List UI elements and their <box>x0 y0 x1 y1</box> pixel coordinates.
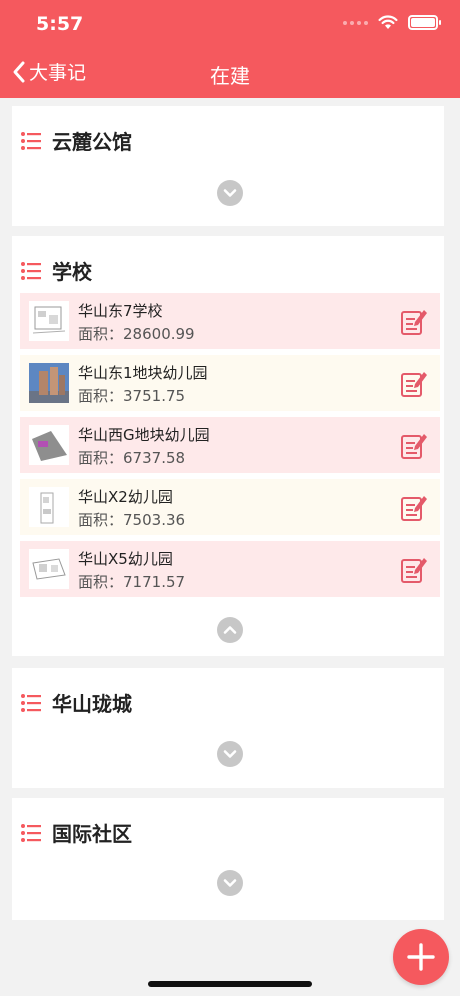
chevron-down-icon <box>223 879 237 887</box>
group-header[interactable]: 云麓公馆 <box>20 126 132 155</box>
top-bar: 5:57 大事记 在建 <box>0 0 460 98</box>
list-item[interactable]: 华山X2幼儿园 面积：7503.36 <box>20 479 440 535</box>
group-title: 学校 <box>52 260 92 284</box>
item-area: 面积：3751.75 <box>78 385 185 406</box>
status-indicators <box>343 15 441 30</box>
area-label: 面积： <box>78 511 124 529</box>
group-header[interactable]: 国际社区 <box>20 818 132 847</box>
area-value: 7503.36 <box>123 511 186 529</box>
item-name: 华山东1地块幼儿园 <box>78 364 208 382</box>
group-card: 国际社区 <box>12 798 444 920</box>
group-list[interactable]: 云麓公馆 学校 华山东7学校 面积：28600.99 华山东1地块幼儿园 面积：… <box>0 98 460 920</box>
group-header[interactable]: 华山珑城 <box>20 688 132 717</box>
list-icon <box>21 131 41 150</box>
list-item[interactable]: 华山东1地块幼儿园 面积：3751.75 <box>20 355 440 411</box>
edit-icon[interactable] <box>400 369 428 399</box>
item-name: 华山X5幼儿园 <box>78 550 173 568</box>
edit-icon[interactable] <box>400 307 428 337</box>
building-photo-thumbnail <box>29 363 69 403</box>
page-title: 在建 <box>210 64 250 88</box>
list-icon <box>21 823 41 842</box>
area-label: 面积： <box>78 387 124 405</box>
group-header[interactable]: 学校 <box>20 256 92 285</box>
signal-icon <box>343 20 368 25</box>
collapse-button[interactable] <box>217 617 243 643</box>
area-value: 28600.99 <box>123 325 195 343</box>
expand-button[interactable] <box>217 180 243 206</box>
wifi-icon <box>378 15 398 29</box>
list-item[interactable]: 华山东7学校 面积：28600.99 <box>20 293 440 349</box>
group-card: 云麓公馆 <box>12 106 444 226</box>
edit-icon[interactable] <box>400 555 428 585</box>
group-title: 国际社区 <box>52 822 132 846</box>
list-item[interactable]: 华山X5幼儿园 面积：7171.57 <box>20 541 440 597</box>
add-button[interactable] <box>393 929 449 985</box>
area-label: 面积： <box>78 325 124 343</box>
expand-button[interactable] <box>217 741 243 767</box>
area-value: 6737.58 <box>123 449 186 467</box>
site-plan-thumbnail <box>29 487 69 527</box>
site-plan-thumbnail <box>29 301 69 341</box>
item-name: 华山东7学校 <box>78 302 163 320</box>
chevron-down-icon <box>223 189 237 197</box>
edit-icon[interactable] <box>400 493 428 523</box>
item-area: 面积：7171.57 <box>78 571 185 592</box>
item-area: 面积：28600.99 <box>78 323 195 344</box>
area-label: 面积： <box>78 449 124 467</box>
group-card: 华山珑城 <box>12 668 444 788</box>
home-indicator <box>148 981 312 987</box>
area-value: 3751.75 <box>123 387 186 405</box>
chevron-up-icon <box>223 626 237 634</box>
battery-icon <box>408 15 441 30</box>
area-value: 7171.57 <box>123 573 186 591</box>
status-time: 5:57 <box>36 13 84 35</box>
list-icon <box>21 261 41 280</box>
group-title: 云麓公馆 <box>52 130 132 154</box>
chevron-down-icon <box>223 750 237 758</box>
item-area: 面积：6737.58 <box>78 447 185 468</box>
group-title: 华山珑城 <box>52 692 132 716</box>
list-item[interactable]: 华山西G地块幼儿园 面积：6737.58 <box>20 417 440 473</box>
group-card: 学校 华山东7学校 面积：28600.99 华山东1地块幼儿园 面积：3751.… <box>12 236 444 656</box>
plus-icon <box>407 943 435 971</box>
area-label: 面积： <box>78 573 124 591</box>
list-icon <box>21 693 41 712</box>
item-name: 华山西G地块幼儿园 <box>78 426 210 444</box>
site-plan-thumbnail <box>29 425 69 465</box>
item-area: 面积：7503.36 <box>78 509 185 530</box>
site-plan-thumbnail <box>29 549 69 589</box>
item-name: 华山X2幼儿园 <box>78 488 173 506</box>
edit-icon[interactable] <box>400 431 428 461</box>
expand-button[interactable] <box>217 870 243 896</box>
